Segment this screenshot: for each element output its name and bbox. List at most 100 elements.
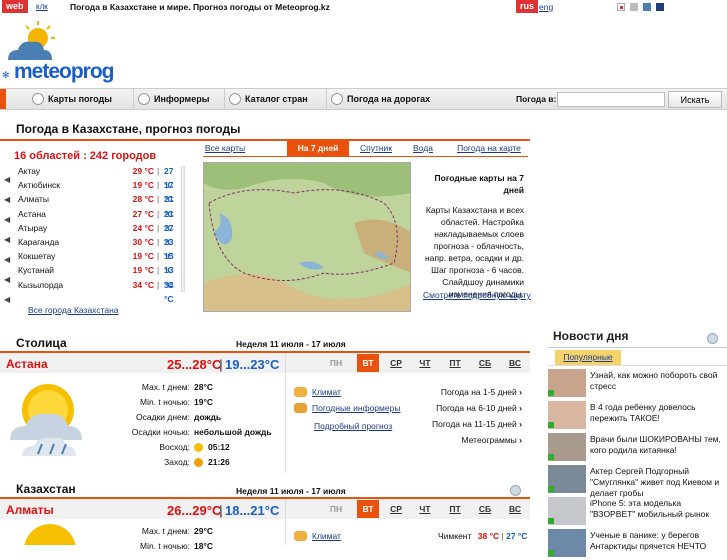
list-arrows: ◀ ◀ ◀ ◀ ◀ ◀ ◀: [4, 175, 11, 304]
city-row[interactable]: Кустанай 19 °C | 13 °C: [18, 263, 180, 289]
theme-blue-icon[interactable]: [643, 3, 651, 11]
kz-sep: |: [219, 503, 223, 518]
day-sat[interactable]: СБ: [474, 500, 496, 518]
news-item[interactable]: Врачи были ШОКИРОВАНЫ тем, кого родила к…: [548, 432, 727, 464]
city-row[interactable]: Кызылорда 34 °C | 34 °C: [18, 278, 180, 304]
search-button[interactable]: Искать: [668, 91, 722, 108]
city-row[interactable]: Актюбинск 19 °C | 17 °C: [18, 178, 180, 204]
detail-label: Max. t днем:: [141, 526, 190, 536]
day-fri[interactable]: ПТ: [444, 500, 466, 518]
lang-eng[interactable]: eng: [539, 2, 553, 12]
city-name[interactable]: Кызылорда: [18, 280, 63, 290]
kz-night-temp: 18...21°C: [225, 503, 280, 518]
city-row[interactable]: Алматы 28 °C | 21 °C: [18, 192, 180, 218]
news-text[interactable]: iPhone 5: эта моделька "ВЗОРВЕТ" мобильн…: [590, 498, 727, 520]
klk-link[interactable]: клк: [36, 2, 48, 11]
city-row[interactable]: Актау 29 °C | 27 °C: [18, 164, 180, 190]
day-mon[interactable]: ПН: [325, 354, 347, 372]
day-tue[interactable]: ВТ: [357, 354, 379, 372]
sunset-icon: [194, 458, 203, 467]
day-sat[interactable]: СБ: [474, 354, 496, 372]
logo-text: meteoprog: [14, 60, 115, 83]
map-detail-link[interactable]: Смотреть подробную карту: [423, 290, 531, 300]
detailed-forecast-link[interactable]: Подробный прогноз: [314, 421, 392, 431]
news-text[interactable]: Узнай, как можно побороть свой стресс: [590, 370, 727, 392]
day-sun[interactable]: ВС: [504, 500, 526, 518]
kz-city2-row[interactable]: Чимкент 38 °C | 27 °C: [438, 531, 527, 541]
city-name[interactable]: Актюбинск: [18, 180, 60, 190]
day-thu[interactable]: ЧТ: [414, 500, 436, 518]
day-fri[interactable]: ПТ: [444, 354, 466, 372]
detail-value: дождь: [194, 412, 222, 422]
city-day-temp: 19 °C: [132, 180, 154, 191]
news-marker: [548, 422, 554, 428]
day-thu[interactable]: ЧТ: [414, 354, 436, 372]
forecast-1-5[interactable]: Погода на 1-5 дней ›: [420, 384, 522, 400]
city-list: Актау 29 °C | 27 °C Актюбинск 19 °C | 17 °C Алма…: [18, 164, 180, 304]
nav-roads[interactable]: Погода на дорогах: [326, 89, 506, 109]
city-row[interactable]: Астана 27 °C | 21 °C: [18, 207, 180, 233]
day-mon[interactable]: ПН: [325, 500, 347, 518]
refresh-icon[interactable]: [707, 333, 718, 344]
city-row[interactable]: Кокшетау 19 °C | 15 °C: [18, 249, 180, 275]
news-text[interactable]: Актер Сергей Подгорный "Смуглянка" живет…: [590, 466, 727, 499]
city-name[interactable]: Актау: [18, 166, 40, 176]
meteoprog-logo[interactable]: ✻ meteoprog: [0, 16, 120, 86]
tab-all-maps[interactable]: Все карты: [203, 140, 247, 156]
nav-weather-maps[interactable]: Карты погоды: [28, 89, 142, 109]
all-cities-link[interactable]: Все города Казахстана: [28, 305, 119, 315]
lang-rus[interactable]: rus: [516, 0, 539, 13]
news-item[interactable]: iPhone 5: эта моделька "ВЗОРВЕТ" мобильн…: [548, 496, 727, 528]
forecast-6-10[interactable]: Погода на 6-10 дней ›: [420, 400, 522, 416]
map-desc-title: Погодные карты на 7 дней: [434, 173, 524, 195]
informers-link[interactable]: Погодные информеры: [312, 403, 400, 413]
refresh-icon[interactable]: [510, 485, 521, 496]
news-text[interactable]: В 4 года ребенку довелось пережить ТАКОЕ…: [590, 402, 727, 424]
city-name[interactable]: Кокшетау: [18, 251, 55, 261]
news-item[interactable]: Актер Сергей Подгорный "Смуглянка" живет…: [548, 464, 727, 499]
kz-city[interactable]: Алматы: [6, 503, 54, 517]
city-row[interactable]: Караганда 30 °C | 23 °C: [18, 235, 180, 261]
tab-satellite[interactable]: Спутник: [355, 140, 397, 156]
road-icon: [331, 93, 343, 105]
city-night-temp: 34 °C: [164, 279, 174, 304]
city-name[interactable]: Алматы: [18, 194, 49, 204]
nav-countries[interactable]: Каталог стран: [224, 89, 324, 109]
news-tab-popular[interactable]: Популярные: [555, 350, 621, 365]
theme-gray-icon[interactable]: [630, 3, 638, 11]
meteograms[interactable]: Метеограммы ›: [420, 432, 522, 448]
capital-section-title: Столица: [16, 336, 67, 350]
day-tue[interactable]: ВТ: [357, 500, 379, 518]
city-name[interactable]: Кустанай: [18, 265, 54, 275]
city-list-scrollbar[interactable]: [181, 166, 185, 292]
city-name[interactable]: Караганда: [18, 237, 59, 247]
capital-city[interactable]: Астана: [6, 357, 48, 371]
theme-white-icon[interactable]: [617, 3, 625, 11]
tab-water[interactable]: Вода: [411, 140, 435, 156]
city-name[interactable]: Астана: [18, 209, 46, 219]
day-wed[interactable]: СР: [385, 500, 407, 518]
city-row[interactable]: Атырау 24 °C | 27 °C: [18, 221, 180, 247]
news-item[interactable]: Ученые в панике: у берегов Антарктиды пр…: [548, 528, 727, 560]
search-input[interactable]: [557, 92, 665, 107]
climate-link[interactable]: Климат: [312, 387, 341, 397]
kazakhstan-map[interactable]: [203, 162, 411, 312]
temp-separator: |: [157, 208, 160, 219]
forecast-11-15[interactable]: Погода на 11-15 дней ›: [420, 416, 522, 432]
web-tag[interactable]: web: [2, 0, 28, 13]
tab-7-days[interactable]: На 7 дней: [287, 140, 349, 156]
news-item[interactable]: Узнай, как можно побороть свой стресс: [548, 368, 727, 400]
tab-map-weather[interactable]: Погода на карте: [454, 140, 524, 156]
theme-navy-icon[interactable]: [656, 3, 664, 11]
detail-label: Min. t ночью:: [140, 397, 190, 407]
nav-informers[interactable]: Информеры: [133, 89, 225, 109]
news-item[interactable]: В 4 года ребенку довелось пережить ТАКОЕ…: [548, 400, 727, 432]
climate-link[interactable]: Климат: [312, 531, 341, 541]
news-text[interactable]: Ученые в панике: у берегов Антарктиды пр…: [590, 530, 727, 552]
nav-label: Карты погоды: [48, 94, 112, 104]
day-sun[interactable]: ВС: [504, 354, 526, 372]
city-name[interactable]: Атырау: [18, 223, 47, 233]
news-text[interactable]: Врачи были ШОКИРОВАНЫ тем, кого родила к…: [590, 434, 727, 456]
nav-label: Погода на дорогах: [347, 94, 431, 104]
day-wed[interactable]: СР: [385, 354, 407, 372]
